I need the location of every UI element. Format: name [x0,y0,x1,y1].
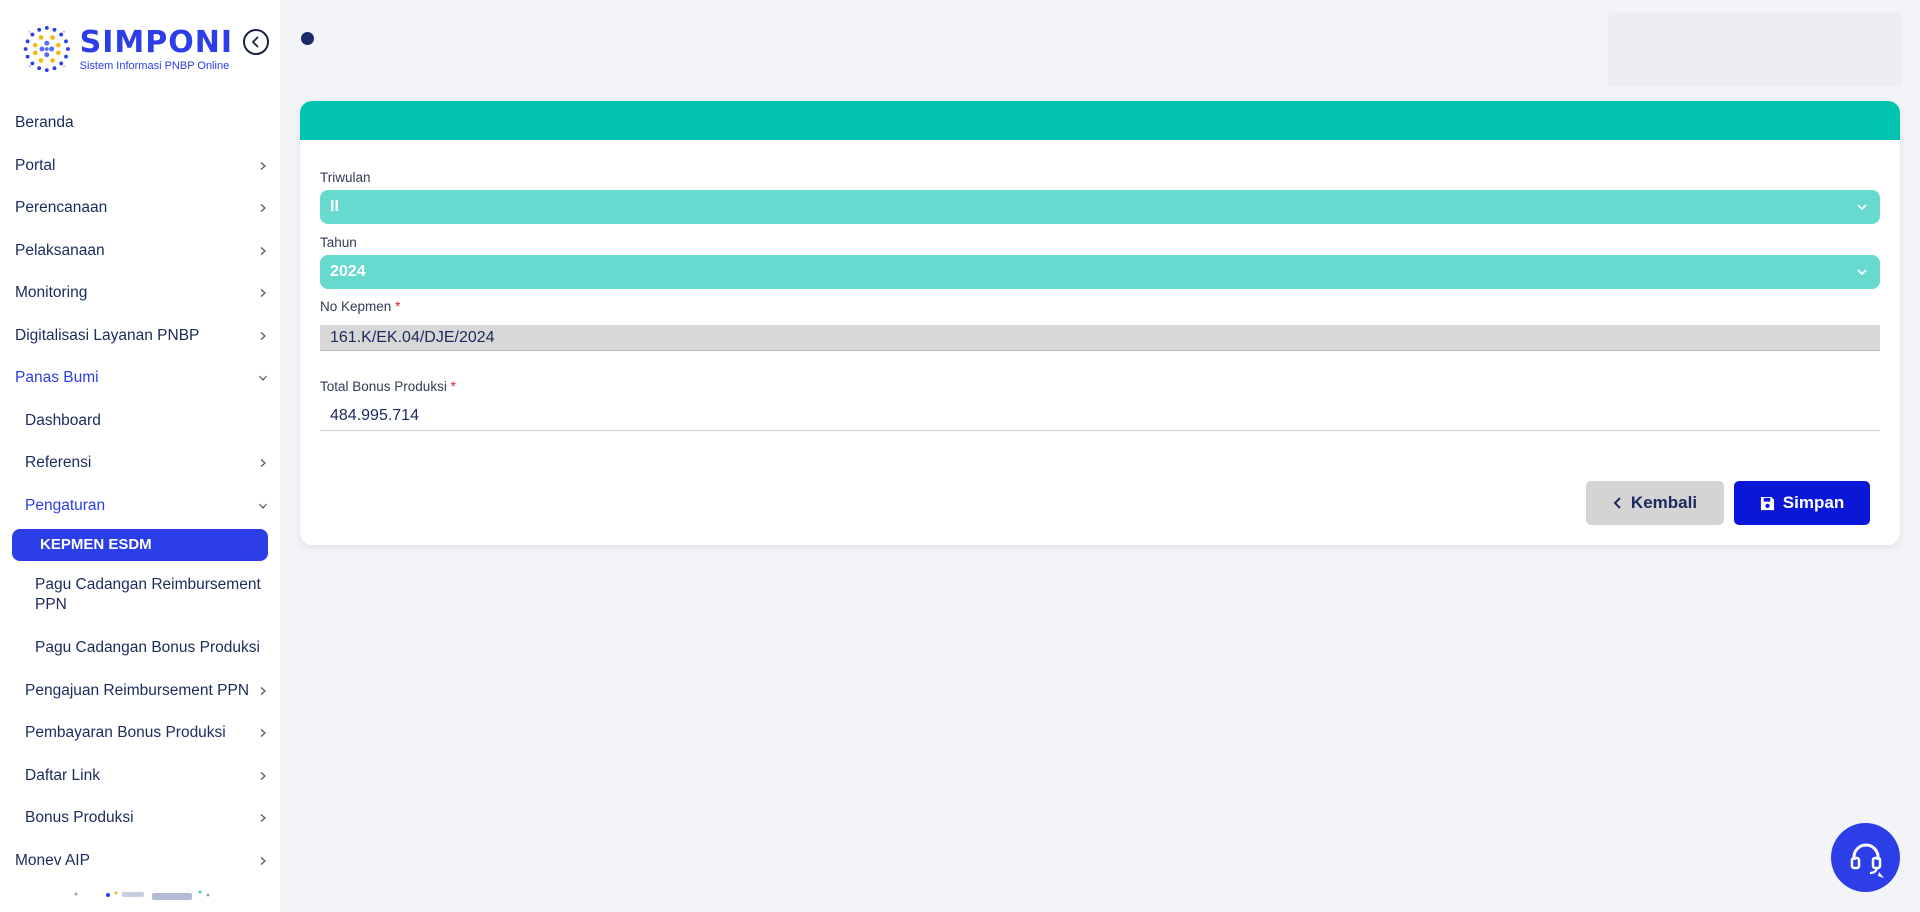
tahun-value: 2024 [330,263,366,280]
sidebar-item-label: Pagu Cadangan Reimbursement PPN [35,576,261,613]
chevron-right-icon [260,729,266,738]
triwulan-label: Triwulan [320,170,371,185]
sidebar-item-label: KEPMEN ESDM [40,536,152,553]
sidebar-item-label: Bonus Produksi [25,809,134,827]
sidebar-item-label: Daftar Link [25,766,100,784]
sidebar-item-label: Pengaturan [25,496,106,514]
sidebar-item-label: Beranda [15,114,74,132]
brand-title: SIMPONI [79,24,233,60]
logo[interactable]: SIMPONI Sistem Informasi PNBP Online [18,18,233,80]
logo-dots-icon [23,25,70,73]
chevron-down-icon [259,375,267,382]
total-bonus-label-text: Total Bonus Produksi [320,379,447,394]
required-mark: * [395,299,401,314]
no-kepmen-label: No Kepmen * [320,299,400,314]
sidebar-item-monitoring[interactable]: Monitoring [0,272,280,315]
sidebar-item-kepmen-esdm[interactable]: KEPMEN ESDM [12,529,268,561]
sidebar-item-monev-aip[interactable]: Monev AIP [0,840,280,883]
chevron-right-icon [260,459,266,468]
sidebar-item-dashboard[interactable]: Dashboard [0,400,280,443]
chevron-down-icon [1857,204,1867,211]
sidebar-item-perencanaan[interactable]: Perencanaan [0,187,280,230]
sidebar-item-label: Dashboard [25,411,101,429]
sidebar-footer-illustration [74,890,210,900]
sidebar-item-label: Monev AIP [15,851,90,869]
chevron-right-icon [260,771,266,780]
sidebar-item-daftar-link[interactable]: Daftar Link [0,755,280,798]
help-chat-button[interactable] [1831,823,1900,892]
tahun-label: Tahun [320,235,357,250]
total-bonus-label: Total Bonus Produksi * [320,379,456,394]
sidebar-collapse-button[interactable] [243,29,269,55]
floppy-disk-icon [1760,496,1774,510]
sidebar-item-pembayaran-bonus-produksi[interactable]: Pembayaran Bonus Produksi [0,712,280,755]
sidebar-item-label: Pengajuan Reimbursement PPN [25,681,250,699]
chevron-right-icon [260,814,266,823]
sidebar-item-label: Digitalisasi Layanan PNBP [15,326,200,344]
required-mark: * [450,379,456,394]
sidebar-item-label: Perencanaan [15,199,108,217]
sidebar-item-label: Pelaksanaan [15,241,105,259]
sidebar-item-label: Portal [15,156,56,174]
sidebar-item-label: Referensi [25,454,92,472]
sidebar-item-panas-bumi[interactable]: Panas Bumi [0,357,280,400]
back-button-label: Kembali [1630,493,1698,512]
sidebar-item-label: Monitoring [15,284,88,302]
chevron-right-icon [260,246,266,255]
chevron-right-icon [260,204,266,213]
save-button-label: Simpan [1782,493,1845,512]
no-kepmen-label-text: No Kepmen [320,299,392,314]
chevron-down-icon [1857,269,1867,276]
total-bonus-value: 484.995.714 [330,406,419,424]
status-dot [301,32,314,45]
chevron-down-icon [259,503,267,509]
chevron-right-icon [260,856,266,865]
sidebar-item-label: Panas Bumi [15,369,99,387]
no-kepmen-value: 161.K/EK.04/DJE/2024 [330,328,495,346]
sidebar-item-beranda[interactable]: Beranda [0,102,280,145]
headset-icon [1850,843,1884,878]
sidebar-item-pelaksanaan[interactable]: Pelaksanaan [0,230,280,273]
sidebar-item-bonus-produksi[interactable]: Bonus Produksi [0,797,280,840]
sidebar-item-digitalisasi-layanan-pnbp[interactable]: Digitalisasi Layanan PNBP [0,315,280,358]
back-button[interactable]: Kembali [1586,481,1724,525]
sidebar-item-pengajuan-reimbursement-ppn[interactable]: Pengajuan Reimbursement PPN [0,670,280,713]
kepmen-form-card: Triwulan II Tahun 2024 No Kepmen * 161.K… [300,101,1900,545]
sidebar: SIMPONI Sistem Informasi PNBP Online Ber… [0,0,280,912]
sidebar-item-referensi[interactable]: Referensi [0,442,280,485]
user-panel-placeholder[interactable] [1608,12,1902,86]
total-bonus-input[interactable]: 484.995.714 [320,401,1880,431]
sidebar-item-portal[interactable]: Portal [0,145,280,188]
triwulan-value: II [330,198,339,215]
chevron-right-icon [260,161,266,170]
tahun-select[interactable]: 2024 [320,255,1880,289]
sidebar-item-pagu-cadangan-bonus-produksi[interactable]: Pagu Cadangan Bonus Produksi [0,627,280,670]
sidebar-item-label: Pembayaran Bonus Produksi [25,724,226,742]
card-header [300,101,1900,140]
save-button[interactable]: Simpan [1734,481,1870,525]
no-kepmen-field: 161.K/EK.04/DJE/2024 [320,325,1880,351]
sidebar-menu: Beranda Portal Perencanaan Pelaksanaan M… [0,102,280,882]
brand-subtitle: Sistem Informasi PNBP Online [79,59,230,72]
sidebar-item-pengaturan[interactable]: Pengaturan [0,485,280,528]
chevron-left-icon [1613,497,1621,509]
chevron-left-icon [251,36,259,48]
chevron-right-icon [260,686,266,695]
triwulan-select[interactable]: II [320,190,1880,224]
sidebar-item-label: Pagu Cadangan Bonus Produksi [35,639,260,657]
chevron-right-icon [260,331,266,340]
sidebar-item-pagu-cadangan-reimbursement-ppn[interactable]: Pagu Cadangan Reimbursement PPN [0,563,280,627]
chevron-right-icon [260,289,266,298]
